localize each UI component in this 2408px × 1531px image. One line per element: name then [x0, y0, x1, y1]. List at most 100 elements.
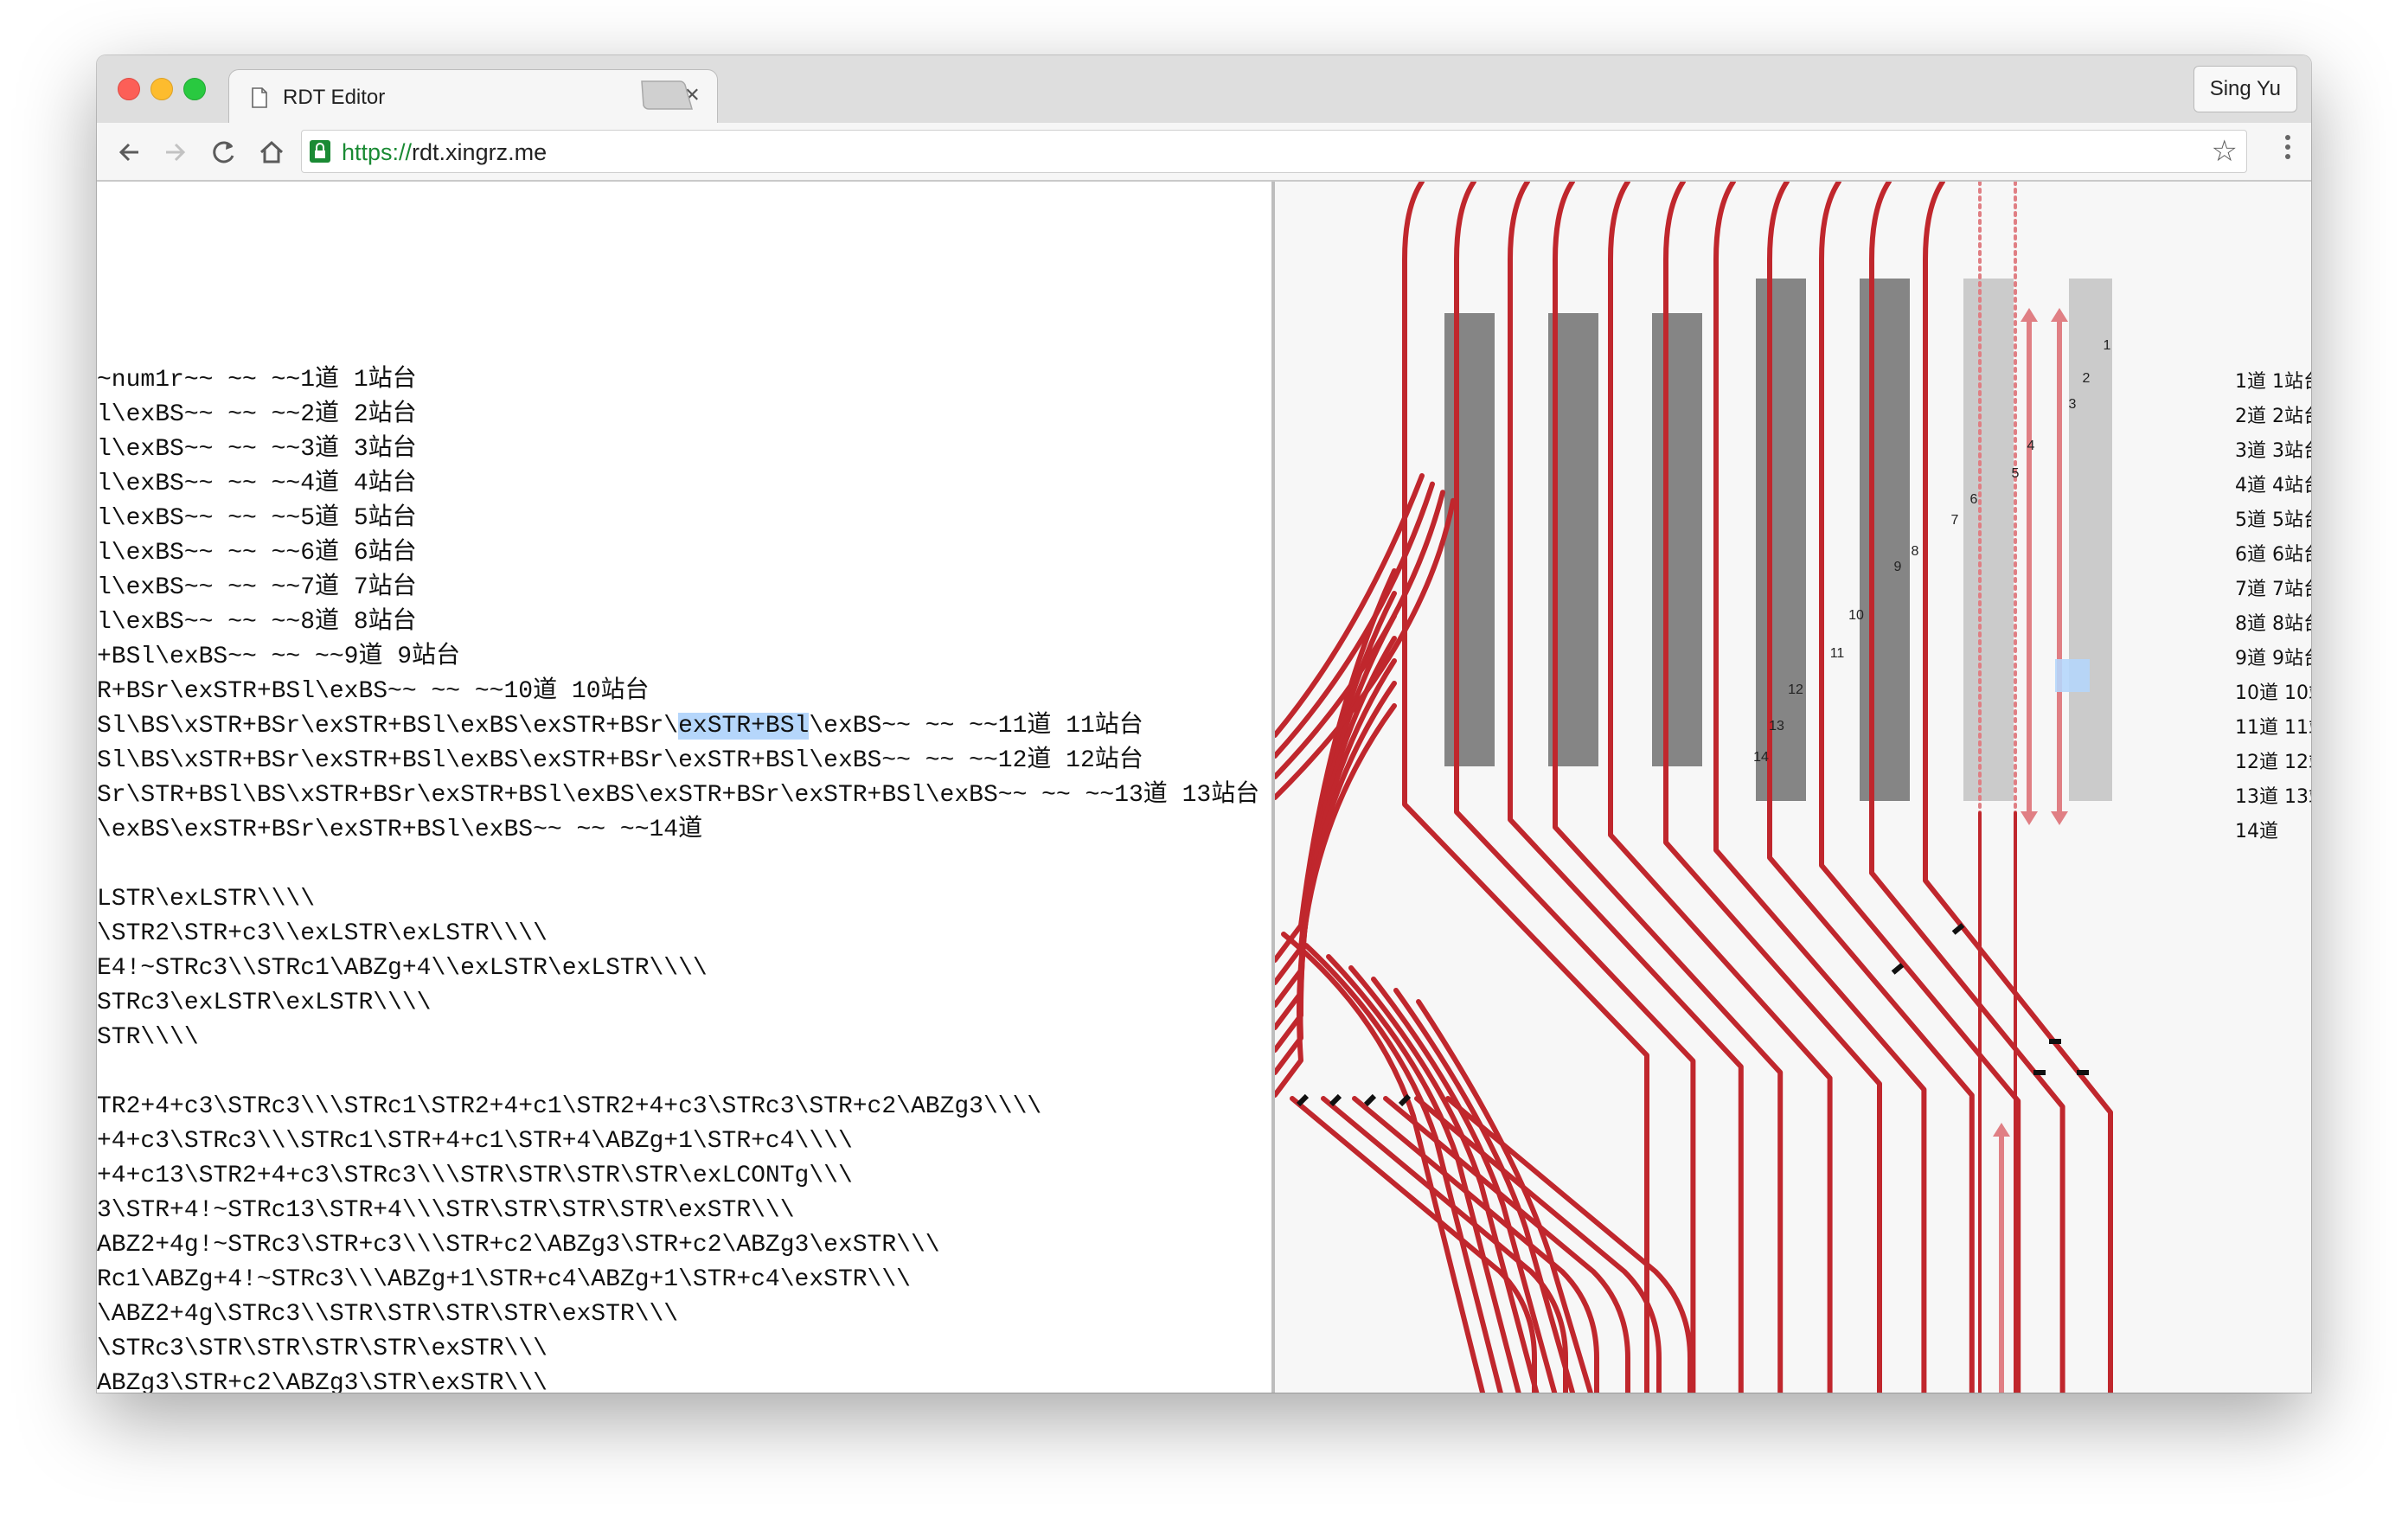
up-arrow-icon	[2051, 308, 2068, 322]
platform-number: 13	[1769, 719, 1784, 733]
code-text: ~num1r~~ ~~ ~~1道 1站台	[97, 367, 417, 394]
track-label: 5道 5站台	[2235, 509, 2311, 531]
code-text: LSTR\exLSTR\\\\	[97, 886, 316, 913]
buffer-stop-icon	[1363, 1093, 1377, 1107]
track-line	[1275, 636, 1397, 1030]
code-text: Sr\STR+BSl\BS\xSTR+BSr\exSTR+BSl\exBS\ex…	[97, 782, 1260, 809]
track-line	[1445, 1096, 1693, 1393]
platform-number: 14	[1753, 750, 1769, 765]
code-line: \STRc3\STR\STR\STR\STR\exSTR\\\	[97, 1332, 1259, 1367]
code-text: Sl\BS\xSTR+BSr\exSTR+BSl\exBS\exSTR+BSr\	[97, 713, 679, 740]
code-line: \STR2\STR+c3\\exLSTR\exLSTR\\\\	[97, 917, 1259, 951]
url-text: https://rdt.xingrz.me	[342, 138, 547, 166]
code-line: STRc3\exLSTR\exLSTR\\\\	[97, 986, 1259, 1021]
track-label: 6道 6站台	[2235, 544, 2311, 566]
tab-strip: RDT Editor × Sing Yu	[97, 55, 2311, 125]
platform-block	[1652, 313, 1702, 766]
bookmark-star-icon[interactable]: ☆	[2212, 136, 2238, 167]
track-label: 11道 11站台	[2235, 717, 2311, 739]
platform-number: 1	[2104, 338, 2111, 353]
platform-number: 7	[1951, 513, 1959, 528]
lock-icon	[310, 140, 330, 163]
code-text: R+BSr\exSTR+BSl\exBS~~ ~~ ~~10道 10站台	[97, 678, 650, 705]
reload-icon[interactable]	[206, 135, 240, 170]
editor-lines: ~num1r~~ ~~ ~~1道 1站台 l\exBS~~ ~~ ~~2道 2站台…	[97, 363, 1259, 1393]
zoom-window-button[interactable]	[183, 78, 206, 100]
forward-arrow-icon[interactable]	[157, 135, 192, 170]
code-text: Rc1\ABZg+4!~STRc3\\\ABZg+1\STR+c4\ABZg+1…	[97, 1266, 911, 1293]
tab-title: RDT Editor	[283, 86, 386, 109]
code-text: \STR2\STR+c3\\exLSTR\exLSTR\\\\	[97, 920, 548, 947]
code-line: l\exBS~~ ~~ ~~3道 3站台	[97, 432, 1259, 467]
code-text: +4+c3\STRc3\\\STRc1\STR+4+c1\STR+4\ABZg+…	[97, 1128, 853, 1155]
minimize-window-button[interactable]	[150, 78, 173, 100]
buffer-stop-icon	[1891, 963, 1905, 975]
code-editor[interactable]: ~num1r~~ ~~ ~~1道 1站台 l\exBS~~ ~~ ~~2道 2站台…	[97, 182, 1271, 1393]
platform-number: 8	[1912, 544, 1919, 559]
code-line: R+BSr\exSTR+BSl\exBS~~ ~~ ~~10道 10站台	[97, 675, 1259, 709]
code-line: TR2+4+c3\STRc3\\\STRc1\STR2+4+c1\STR2+4+…	[97, 1090, 1259, 1124]
platform-number: 3	[2069, 397, 2077, 412]
platform-block	[1860, 279, 1910, 801]
code-line: Sr\STR+BSl\BS\xSTR+BSr\exSTR+BSl\exBS\ex…	[97, 778, 1259, 813]
code-text: \STRc3\STR\STR\STR\STR\exSTR\\\	[97, 1336, 548, 1362]
buffer-stop-icon	[2033, 1070, 2046, 1075]
track-label: 2道 2站台	[2235, 406, 2311, 427]
down-arrow-icon	[2051, 811, 2068, 825]
code-line: +BSl\exBS~~ ~~ ~~9道 9站台	[97, 640, 1259, 675]
back-arrow-icon[interactable]	[112, 135, 147, 170]
code-text: ABZg3\STR+c2\ABZg3\STR\exSTR\\\	[97, 1370, 548, 1393]
code-text: TR2+4+c3\STRc3\\\STRc1\STR2+4+c1\STR2+4+…	[97, 1093, 1042, 1120]
track-line	[1275, 658, 1397, 1053]
platform-number: 12	[1788, 682, 1803, 697]
code-line: l\exBS~~ ~~ ~~6道 6站台	[97, 536, 1259, 571]
platform-number: 5	[2012, 466, 2020, 481]
code-text: l\exBS~~ ~~ ~~6道 6站台	[97, 540, 417, 567]
platform-number: 6	[1970, 492, 1978, 507]
url-scheme: https://	[342, 139, 413, 165]
code-text: STRc3\exLSTR\exLSTR\\\\	[97, 990, 432, 1016]
address-bar[interactable]: https://rdt.xingrz.me ☆	[301, 130, 2247, 173]
up-arrow-icon	[1993, 1123, 2010, 1137]
buffer-stop-icon	[2077, 1070, 2089, 1075]
code-text: ABZ2+4g!~STRc3\STR+c3\\\STR+c2\ABZg3\STR…	[97, 1232, 940, 1259]
track-label: 14道	[2235, 821, 2278, 842]
code-text: l\exBS~~ ~~ ~~4道 4站台	[97, 471, 417, 497]
app-content: ~num1r~~ ~~ ~~1道 1站台 l\exBS~~ ~~ ~~2道 2站台…	[97, 182, 2311, 1393]
profile-button[interactable]: Sing Yu	[2193, 66, 2297, 112]
platform-number: 2	[2083, 371, 2091, 386]
code-line: ~num1r~~ ~~ ~~1道 1站台	[97, 363, 1259, 398]
home-icon[interactable]	[254, 135, 289, 170]
code-line: l\exBS~~ ~~ ~~7道 7站台	[97, 571, 1259, 605]
toolbar: https://rdt.xingrz.me ☆	[97, 123, 2311, 182]
track-label: 7道 7站台	[2235, 579, 2311, 600]
track-label: 4道 4站台	[2235, 475, 2311, 496]
code-line: l\exBS~~ ~~ ~~8道 8站台	[97, 605, 1259, 640]
code-line: +4+c3\STRc3\\\STRc1\STR+4+c1\STR+4\ABZg+…	[97, 1124, 1259, 1159]
diagram-preview: 1234567891011121314 1道 1站台2道 2站台3道 3站台4道…	[1275, 182, 2311, 1393]
buffer-stop-icon	[2049, 1039, 2061, 1044]
code-text: l\exBS~~ ~~ ~~5道 5站台	[97, 505, 417, 532]
platform-number: 4	[2027, 439, 2035, 453]
code-line: l\exBS~~ ~~ ~~5道 5站台	[97, 502, 1259, 536]
code-line: 3\STR+4!~STRc13\STR+4\\\STR\STR\STR\STR\…	[97, 1194, 1259, 1228]
track-label: 3道 3站台	[2235, 440, 2311, 462]
code-text: l\exBS~~ ~~ ~~8道 8站台	[97, 609, 417, 636]
buffer-stop-icon	[1329, 1093, 1342, 1107]
platform-block	[1444, 313, 1495, 766]
track-label: 13道 13站台	[2235, 786, 2311, 808]
new-tab-button[interactable]	[637, 80, 694, 111]
code-line: ABZ2+4g!~STRc3\STR+c3\\\STR+c2\ABZg3\STR…	[97, 1228, 1259, 1263]
code-line: Sl\BS\xSTR+BSr\exSTR+BSl\exBS\exSTR+BSr\…	[97, 709, 1259, 744]
close-window-button[interactable]	[118, 78, 140, 100]
more-menu-icon[interactable]	[2283, 135, 2292, 170]
code-line: l\exBS~~ ~~ ~~4道 4站台	[97, 467, 1259, 502]
code-line: Rc1\ABZg+4!~STRc3\\\ABZg+1\STR+c4\ABZg+1…	[97, 1263, 1259, 1297]
browser-window: RDT Editor × Sing Yu https://rdt.xingrz.…	[97, 55, 2311, 1393]
code-text: l\exBS~~ ~~ ~~2道 2站台	[97, 401, 417, 428]
selected-cell	[2055, 659, 2090, 692]
url-host: rdt.xingrz.me	[412, 139, 548, 165]
platform-block	[2069, 279, 2112, 801]
code-text: \exBS~~ ~~ ~~11道 11站台	[809, 713, 1143, 740]
